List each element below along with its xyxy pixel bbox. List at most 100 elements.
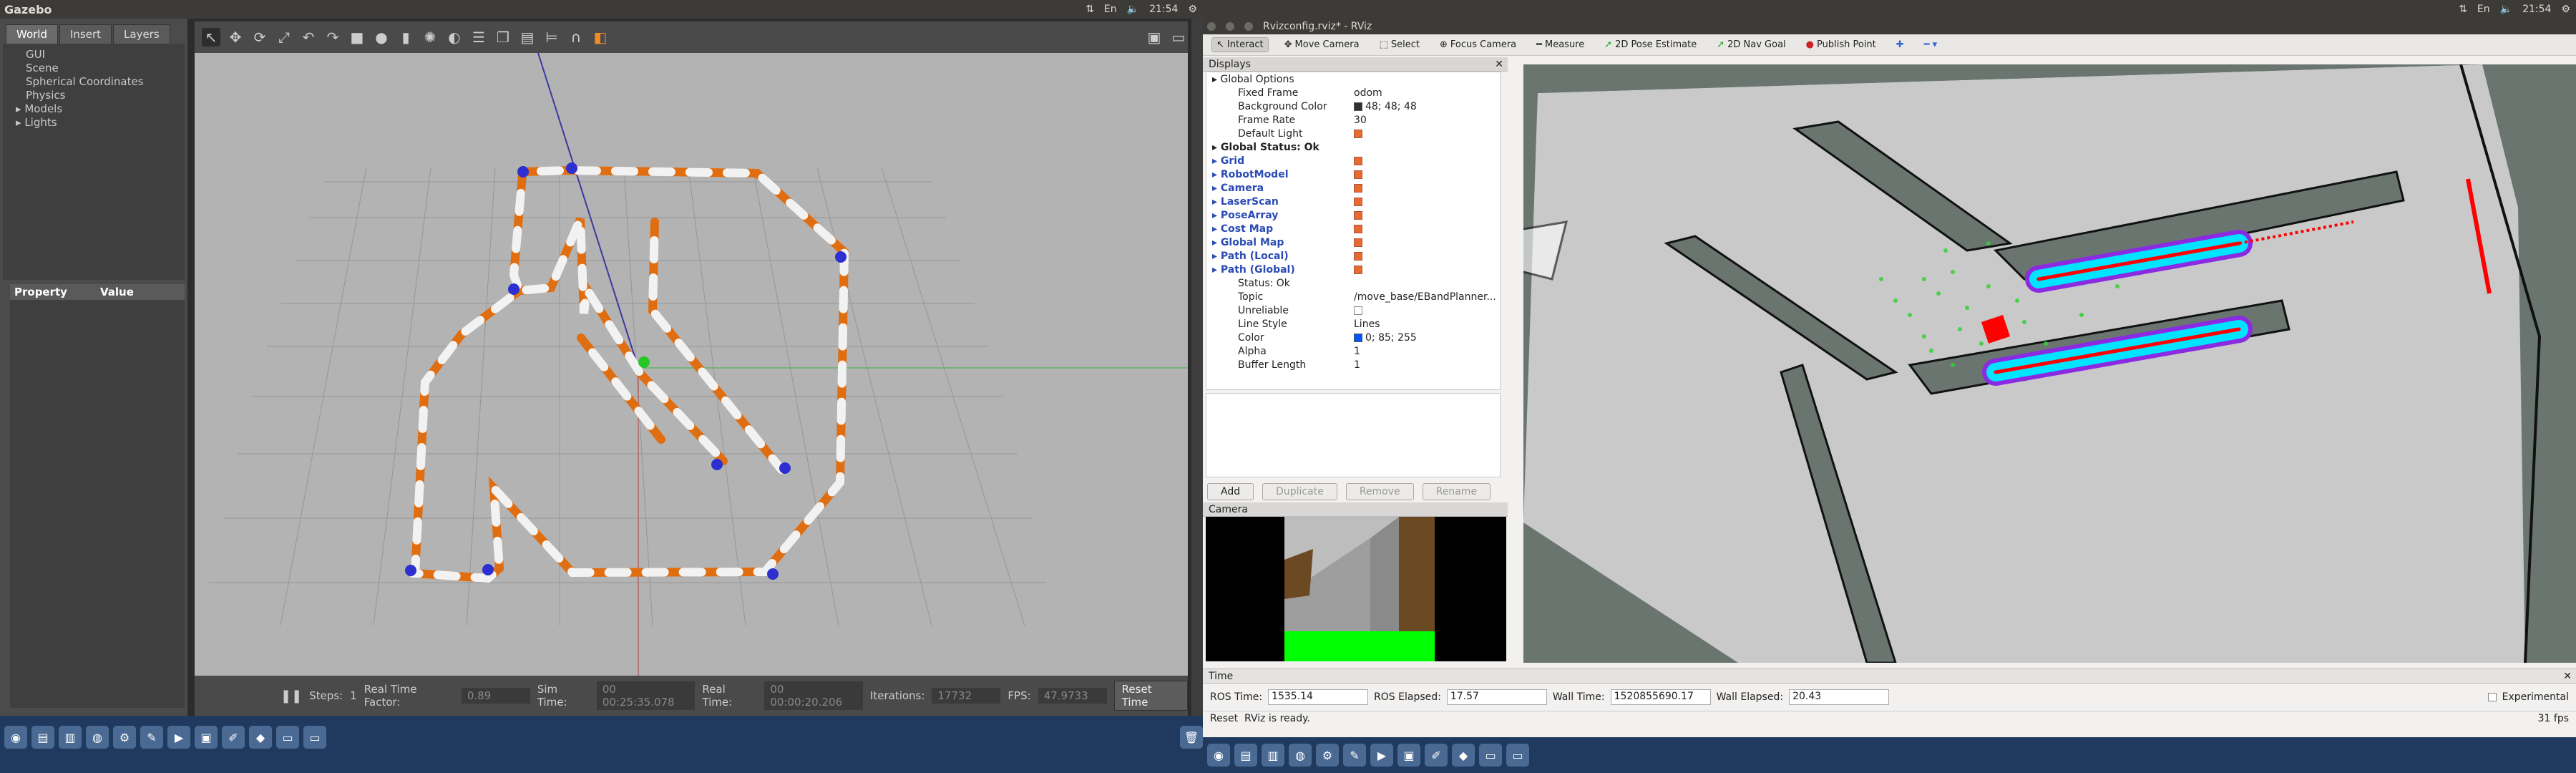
display-row[interactable]: ▸ RobotModel <box>1206 167 1500 181</box>
keyboard-icon-2[interactable]: En <box>2477 4 2490 15</box>
editor-icon-2[interactable]: ✐ <box>1425 744 1448 767</box>
display-row[interactable]: ▸ Global Status: Ok <box>1206 140 1500 154</box>
gazebo-3d-viewport[interactable] <box>195 53 1188 676</box>
maximize-icon[interactable] <box>1244 22 1253 31</box>
expand-arrow-icon[interactable]: ▸ <box>1212 142 1221 153</box>
display-row[interactable]: Frame Rate 30 <box>1206 113 1500 127</box>
display-row[interactable]: ▸ Path (Global) <box>1206 263 1500 276</box>
display-value[interactable] <box>1350 237 1500 248</box>
measure-tool[interactable]: ━ Measure <box>1532 38 1589 52</box>
display-value[interactable] <box>1350 305 1500 316</box>
display-checkbox[interactable] <box>1354 238 1362 247</box>
expand-arrow-icon[interactable]: ▸ <box>1212 169 1221 180</box>
nav-goal-tool[interactable]: ➚ 2D Nav Goal <box>1712 38 1790 52</box>
display-value[interactable] <box>1350 128 1500 140</box>
display-checkbox[interactable] <box>1354 156 1362 165</box>
display-value[interactable]: 30 <box>1350 115 1500 126</box>
notes-icon-2[interactable]: ✎ <box>1343 744 1366 767</box>
display-row[interactable]: ▸ Cost Map <box>1206 222 1500 235</box>
tab-layers[interactable]: Layers <box>113 24 170 44</box>
align-icon[interactable]: ⊨ <box>542 28 561 47</box>
ros-time-field[interactable]: 1535.14 <box>1268 689 1369 705</box>
display-checkbox[interactable] <box>1354 306 1362 315</box>
display-checkbox[interactable] <box>1354 197 1362 206</box>
volume-icon[interactable]: 🔈 <box>1127 4 1139 15</box>
undo-icon[interactable]: ↶ <box>299 28 318 47</box>
box-shape-icon[interactable]: ■ <box>348 28 366 47</box>
spot-light-icon[interactable]: ◐ <box>445 28 464 47</box>
dash-icon[interactable]: ◉ <box>4 726 27 749</box>
browser-icon-2[interactable]: ◍ <box>1289 744 1312 767</box>
display-value[interactable]: 0; 85; 255 <box>1350 332 1500 344</box>
color-swatch[interactable] <box>1354 333 1362 342</box>
display-value[interactable] <box>1350 264 1500 276</box>
display-value[interactable]: odom <box>1350 87 1500 99</box>
files-icon[interactable]: ▤ <box>31 726 54 749</box>
display-value[interactable] <box>1350 169 1500 180</box>
rviz-3d-view[interactable] <box>1523 64 2576 663</box>
select-mode-icon[interactable]: ↖ <box>202 28 220 47</box>
dash-icon-2[interactable]: ◉ <box>1207 744 1230 767</box>
settings-icon-2[interactable]: ⚙ <box>1316 744 1339 767</box>
expand-arrow-icon[interactable]: ▸ <box>1212 264 1221 276</box>
displays-tree[interactable]: ▸ Global Options Fixed Frame odom Backgroun… <box>1206 72 1501 390</box>
remove-tool-icon[interactable]: ━ ▾ <box>1920 38 1941 52</box>
display-row[interactable]: Fixed Frame odom <box>1206 86 1500 99</box>
document-icon-2[interactable]: ▥ <box>1262 744 1284 767</box>
expand-arrow-icon[interactable]: ▸ <box>1212 223 1221 235</box>
volume-icon-2[interactable]: 🔈 <box>2500 4 2512 15</box>
tab-world[interactable]: World <box>6 24 58 44</box>
display-checkbox[interactable] <box>1354 265 1362 274</box>
media-icon-2[interactable]: ▶ <box>1370 744 1393 767</box>
redo-icon[interactable]: ↷ <box>323 28 342 47</box>
focus-camera-tool[interactable]: ⊕ Focus Camera <box>1435 38 1521 52</box>
terminal-icon-2[interactable]: ▣ <box>1397 744 1420 767</box>
cylinder-shape-icon[interactable]: ▮ <box>396 28 415 47</box>
rviz-map-scene[interactable] <box>1523 64 2576 663</box>
display-row[interactable]: Line Style Lines <box>1206 317 1500 331</box>
remove-button[interactable]: Remove <box>1345 483 1414 500</box>
display-row[interactable]: ▸ Global Map <box>1206 235 1500 249</box>
display-value[interactable] <box>1350 251 1500 262</box>
expand-arrow-icon[interactable]: ▸ <box>1212 183 1221 194</box>
paste-icon[interactable]: ▤ <box>518 28 537 47</box>
clock-2[interactable]: 21:54 <box>2522 4 2551 15</box>
display-row[interactable]: Topic/move_base/EBandPlanner... <box>1206 290 1500 303</box>
display-row[interactable]: Status: Ok <box>1206 276 1500 290</box>
document-icon[interactable]: ▥ <box>59 726 82 749</box>
scale-mode-icon[interactable]: ⤢ <box>275 28 293 47</box>
display-checkbox[interactable] <box>1354 129 1362 138</box>
display-row[interactable]: ▸ Grid <box>1206 154 1500 167</box>
window-splitter[interactable] <box>1191 19 1203 716</box>
display-row[interactable]: ▸ Path (Local) <box>1206 249 1500 263</box>
window-icon-1[interactable]: ▭ <box>276 726 299 749</box>
display-value[interactable] <box>1350 155 1500 167</box>
snap-icon[interactable]: ∩ <box>567 28 585 47</box>
record-log-icon[interactable]: ▭ <box>1169 28 1188 47</box>
display-value[interactable] <box>1350 210 1500 221</box>
pose-estimate-tool[interactable]: ➚ 2D Pose Estimate <box>1600 38 1701 52</box>
display-checkbox[interactable] <box>1354 170 1362 179</box>
expand-arrow-icon[interactable]: ▸ <box>1212 196 1221 208</box>
display-checkbox[interactable] <box>1354 183 1362 193</box>
display-value[interactable]: 1 <box>1350 359 1500 371</box>
copy-icon[interactable]: ❐ <box>494 28 512 47</box>
pause-icon[interactable]: ❚❚ <box>280 689 302 704</box>
window-icon-3[interactable]: ▭ <box>1479 744 1502 767</box>
publish-point-tool[interactable]: ● Publish Point <box>1802 38 1880 52</box>
expand-arrow-icon[interactable]: ▸ <box>1212 74 1220 85</box>
reset-time-button[interactable]: Reset Time <box>1113 681 1189 711</box>
reset-button[interactable]: Reset <box>1210 713 1238 724</box>
display-row[interactable]: ▸ PoseArray <box>1206 208 1500 222</box>
tree-item-gui[interactable]: GUI <box>9 48 179 62</box>
display-value[interactable]: /move_base/EBandPlanner... <box>1350 291 1500 303</box>
gazebo-scene[interactable] <box>195 53 1188 676</box>
gear-icon[interactable]: ⚙ <box>1188 4 1197 15</box>
point-light-icon[interactable]: ✺ <box>421 28 439 47</box>
window-icon-4[interactable]: ▭ <box>1506 744 1529 767</box>
expand-arrow-icon[interactable]: ▸ <box>1212 237 1221 248</box>
expand-arrow-icon[interactable]: ▸ <box>1212 210 1221 221</box>
display-value[interactable] <box>1350 223 1500 235</box>
close-displays-icon[interactable]: ✕ <box>1495 59 1508 70</box>
display-row[interactable]: Default Light <box>1206 127 1500 140</box>
